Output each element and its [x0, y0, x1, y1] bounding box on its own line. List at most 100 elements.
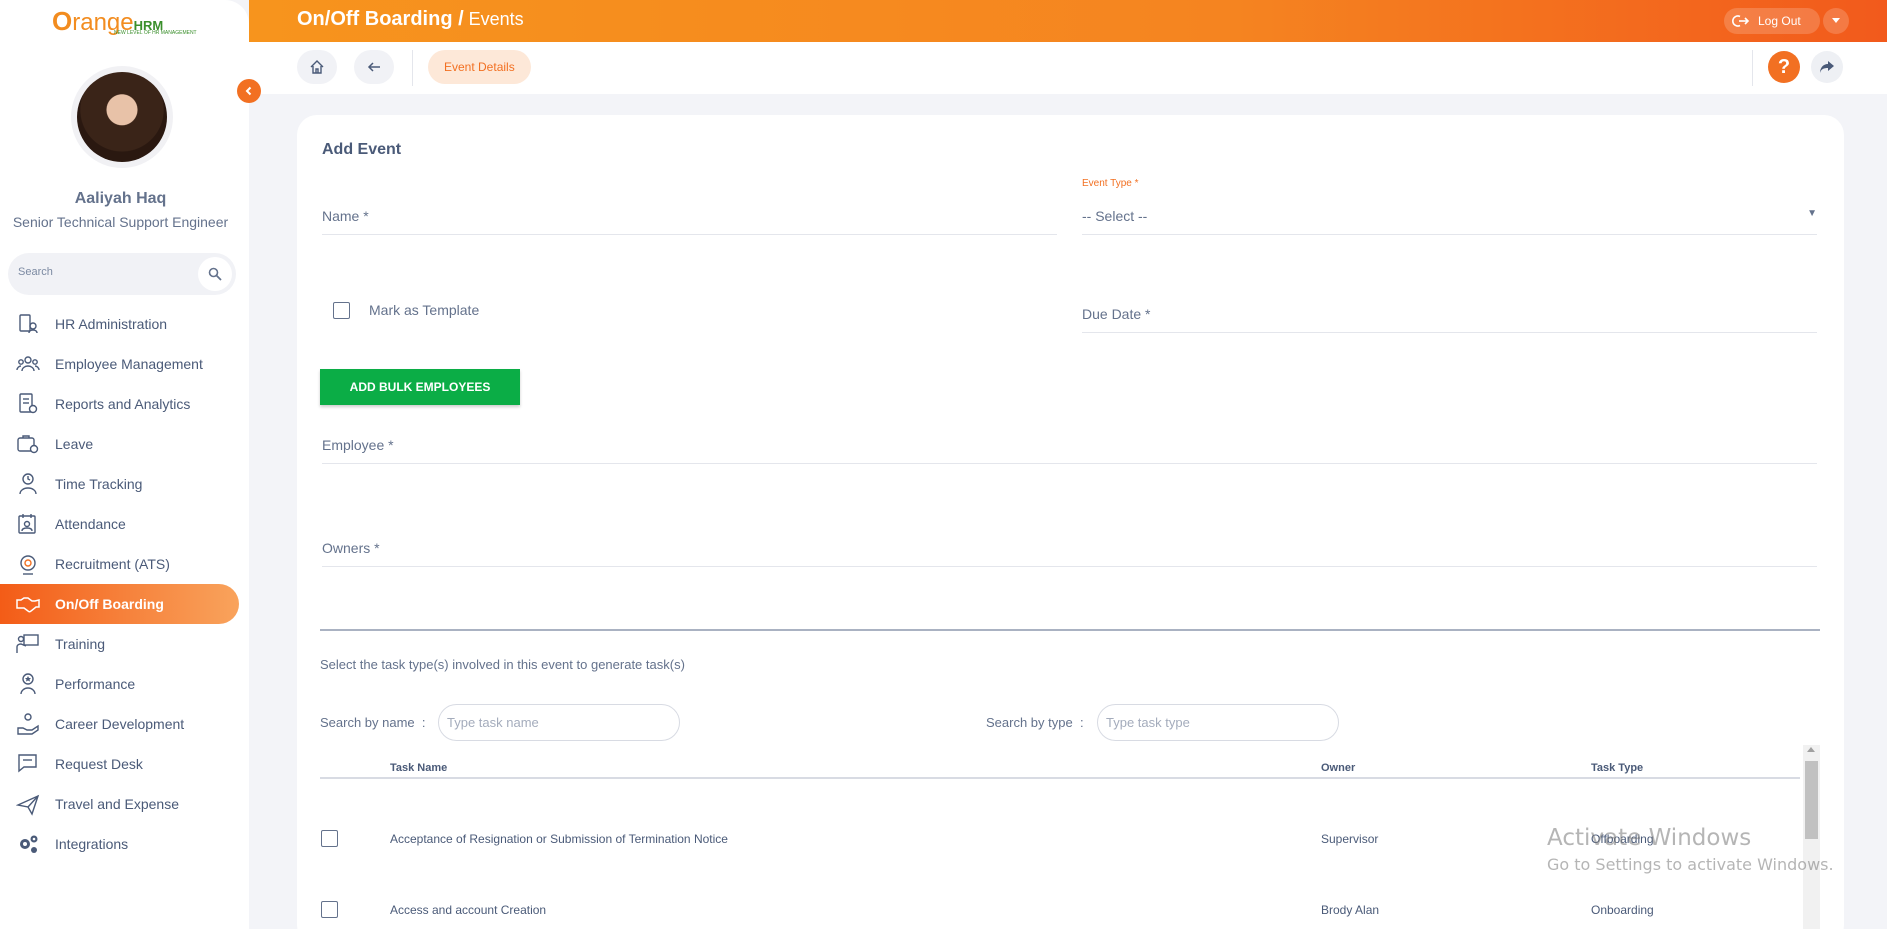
task-type: Onboarding	[1591, 903, 1654, 917]
sidebar-item-training[interactable]: Training	[0, 624, 239, 664]
sidebar-item-on-off-boarding[interactable]: On/Off Boarding	[0, 584, 239, 624]
add-event-card: Add Event Name * Event Type * -- Select …	[297, 115, 1844, 929]
gears-icon	[16, 832, 40, 856]
help-button[interactable]: ?	[1768, 51, 1800, 83]
hr-admin-icon	[16, 312, 40, 336]
logout-label: Log Out	[1758, 14, 1801, 28]
employees-icon	[16, 352, 40, 376]
logo-tagline: NEW LEVEL OF HR MANAGEMENT	[114, 30, 197, 36]
page-title-module: On/Off Boarding /	[297, 8, 464, 30]
watermark-line1: Activate Windows	[1547, 825, 1752, 851]
sidebar-item-recruitment-ats[interactable]: Recruitment (ATS)	[0, 544, 239, 584]
search-by-type-text: Search by type	[986, 715, 1073, 730]
sidebar-item-attendance[interactable]: Attendance	[0, 504, 239, 544]
row-checkbox[interactable]	[321, 830, 338, 847]
search-task-type-input[interactable]	[1097, 704, 1339, 741]
mark-as-template-checkbox[interactable]	[333, 302, 350, 319]
event-type-label: Event Type *	[1082, 178, 1139, 189]
required-mark: *	[363, 208, 369, 224]
search-icon[interactable]	[198, 257, 232, 291]
search-by-name-text: Search by name	[320, 715, 415, 730]
employee-field[interactable]: Employee *	[322, 428, 1817, 464]
logout-icon	[1732, 15, 1750, 27]
sidebar-search	[8, 253, 236, 295]
time-icon	[16, 472, 40, 496]
sidebar-item-hr-administration[interactable]: HR Administration	[0, 304, 239, 344]
divider	[1752, 50, 1753, 86]
row-checkbox[interactable]	[321, 901, 338, 918]
sidebar-item-request-desk[interactable]: Request Desk	[0, 744, 239, 784]
employee-label: Employee *	[322, 437, 394, 453]
column-task-type[interactable]: Task Type	[1591, 762, 1643, 774]
scroll-up-icon[interactable]	[1807, 747, 1815, 752]
search-by-type-label: Search by type :	[986, 715, 1084, 730]
user-name: Aaliyah Haq	[74, 190, 167, 207]
required-mark: *	[374, 540, 380, 556]
divider	[412, 50, 413, 86]
chevron-left-icon	[245, 86, 252, 96]
sidebar-item-label: On/Off Boarding	[55, 596, 164, 612]
handshake-icon	[16, 592, 40, 616]
collapse-sidebar-button[interactable]	[237, 79, 261, 103]
request-icon	[16, 752, 40, 776]
avatar[interactable]	[71, 66, 173, 168]
table-row[interactable]: Access and account Creation Brody Alan O…	[320, 898, 1800, 929]
orangehrm-logo[interactable]: OrangeHRM NEW LEVEL OF HR MANAGEMENT	[52, 6, 197, 37]
colon: :	[1079, 715, 1084, 730]
question-icon: ?	[1777, 55, 1791, 78]
share-button[interactable]	[1811, 51, 1843, 83]
sidebar-item-travel-and-expense[interactable]: Travel and Expense	[0, 784, 239, 824]
performance-icon	[16, 672, 40, 696]
chevron-down-icon	[1832, 18, 1840, 23]
caret-down-icon: ▼	[1807, 208, 1817, 219]
sidebar-menu: HR Administration Employee Management Repo…	[0, 304, 249, 864]
career-icon	[16, 712, 40, 736]
sidebar-item-career-development[interactable]: Career Development	[0, 704, 239, 744]
due-date-field[interactable]: Due Date *	[1082, 297, 1817, 333]
search-task-name-input[interactable]	[438, 704, 680, 741]
sidebar: OrangeHRM NEW LEVEL OF HR MANAGEMENT Aal…	[0, 0, 249, 929]
sidebar-item-integrations[interactable]: Integrations	[0, 824, 239, 864]
required-mark: *	[1145, 306, 1151, 322]
recruitment-icon	[16, 552, 40, 576]
sub-navigation: Event Details ?	[249, 42, 1887, 94]
event-type-select[interactable]: -- Select -- ▼	[1082, 199, 1817, 235]
due-date-label-text: Due Date	[1082, 306, 1142, 322]
task-owner: Supervisor	[1321, 832, 1379, 846]
sidebar-item-performance[interactable]: Performance	[0, 664, 239, 704]
search-by-name-label: Search by name :	[320, 715, 426, 730]
home-icon	[310, 60, 324, 74]
owners-label-text: Owners	[322, 540, 371, 556]
add-bulk-employees-button[interactable]: ADD BULK EMPLOYEES	[320, 369, 520, 405]
task-type-hint: Select the task type(s) involved in this…	[320, 657, 685, 672]
page-title: On/Off Boarding / Events	[297, 8, 524, 31]
plane-icon	[16, 792, 40, 816]
user-menu-dropdown[interactable]	[1823, 8, 1849, 34]
user-role: Senior Technical Support Engineer	[12, 214, 229, 230]
sidebar-item-label: Career Development	[55, 716, 185, 732]
sidebar-item-time-tracking[interactable]: Time Tracking	[0, 464, 239, 504]
name-field[interactable]: Name *	[322, 199, 1057, 235]
back-button[interactable]	[354, 50, 394, 84]
sidebar-search-input[interactable]	[18, 266, 198, 278]
owners-field[interactable]: Owners *	[322, 531, 1817, 567]
page-title-section: Events	[463, 9, 524, 29]
windows-activation-watermark: Activate Windows Go to Settings to activ…	[1547, 825, 1834, 874]
tab-event-details[interactable]: Event Details	[428, 50, 531, 84]
sidebar-item-reports-and-analytics[interactable]: Reports and Analytics	[0, 384, 239, 424]
sidebar-item-label: Performance	[55, 676, 136, 692]
due-date-label: Due Date *	[1082, 306, 1151, 322]
employee-label-text: Employee	[322, 437, 385, 453]
sidebar-item-employee-management[interactable]: Employee Management	[0, 344, 239, 384]
sidebar-item-label: Reports and Analytics	[55, 396, 191, 412]
column-owner[interactable]: Owner	[1321, 762, 1355, 774]
sidebar-item-label: Recruitment (ATS)	[55, 556, 170, 572]
sidebar-item-leave[interactable]: Leave	[0, 424, 239, 464]
attendance-icon	[16, 512, 40, 536]
sidebar-item-label: Leave	[55, 436, 94, 452]
logo-o: O	[52, 6, 73, 36]
home-button[interactable]	[297, 50, 337, 84]
column-task-name[interactable]: Task Name	[390, 762, 447, 774]
logout-button[interactable]: Log Out	[1724, 8, 1820, 34]
reports-icon	[16, 392, 40, 416]
